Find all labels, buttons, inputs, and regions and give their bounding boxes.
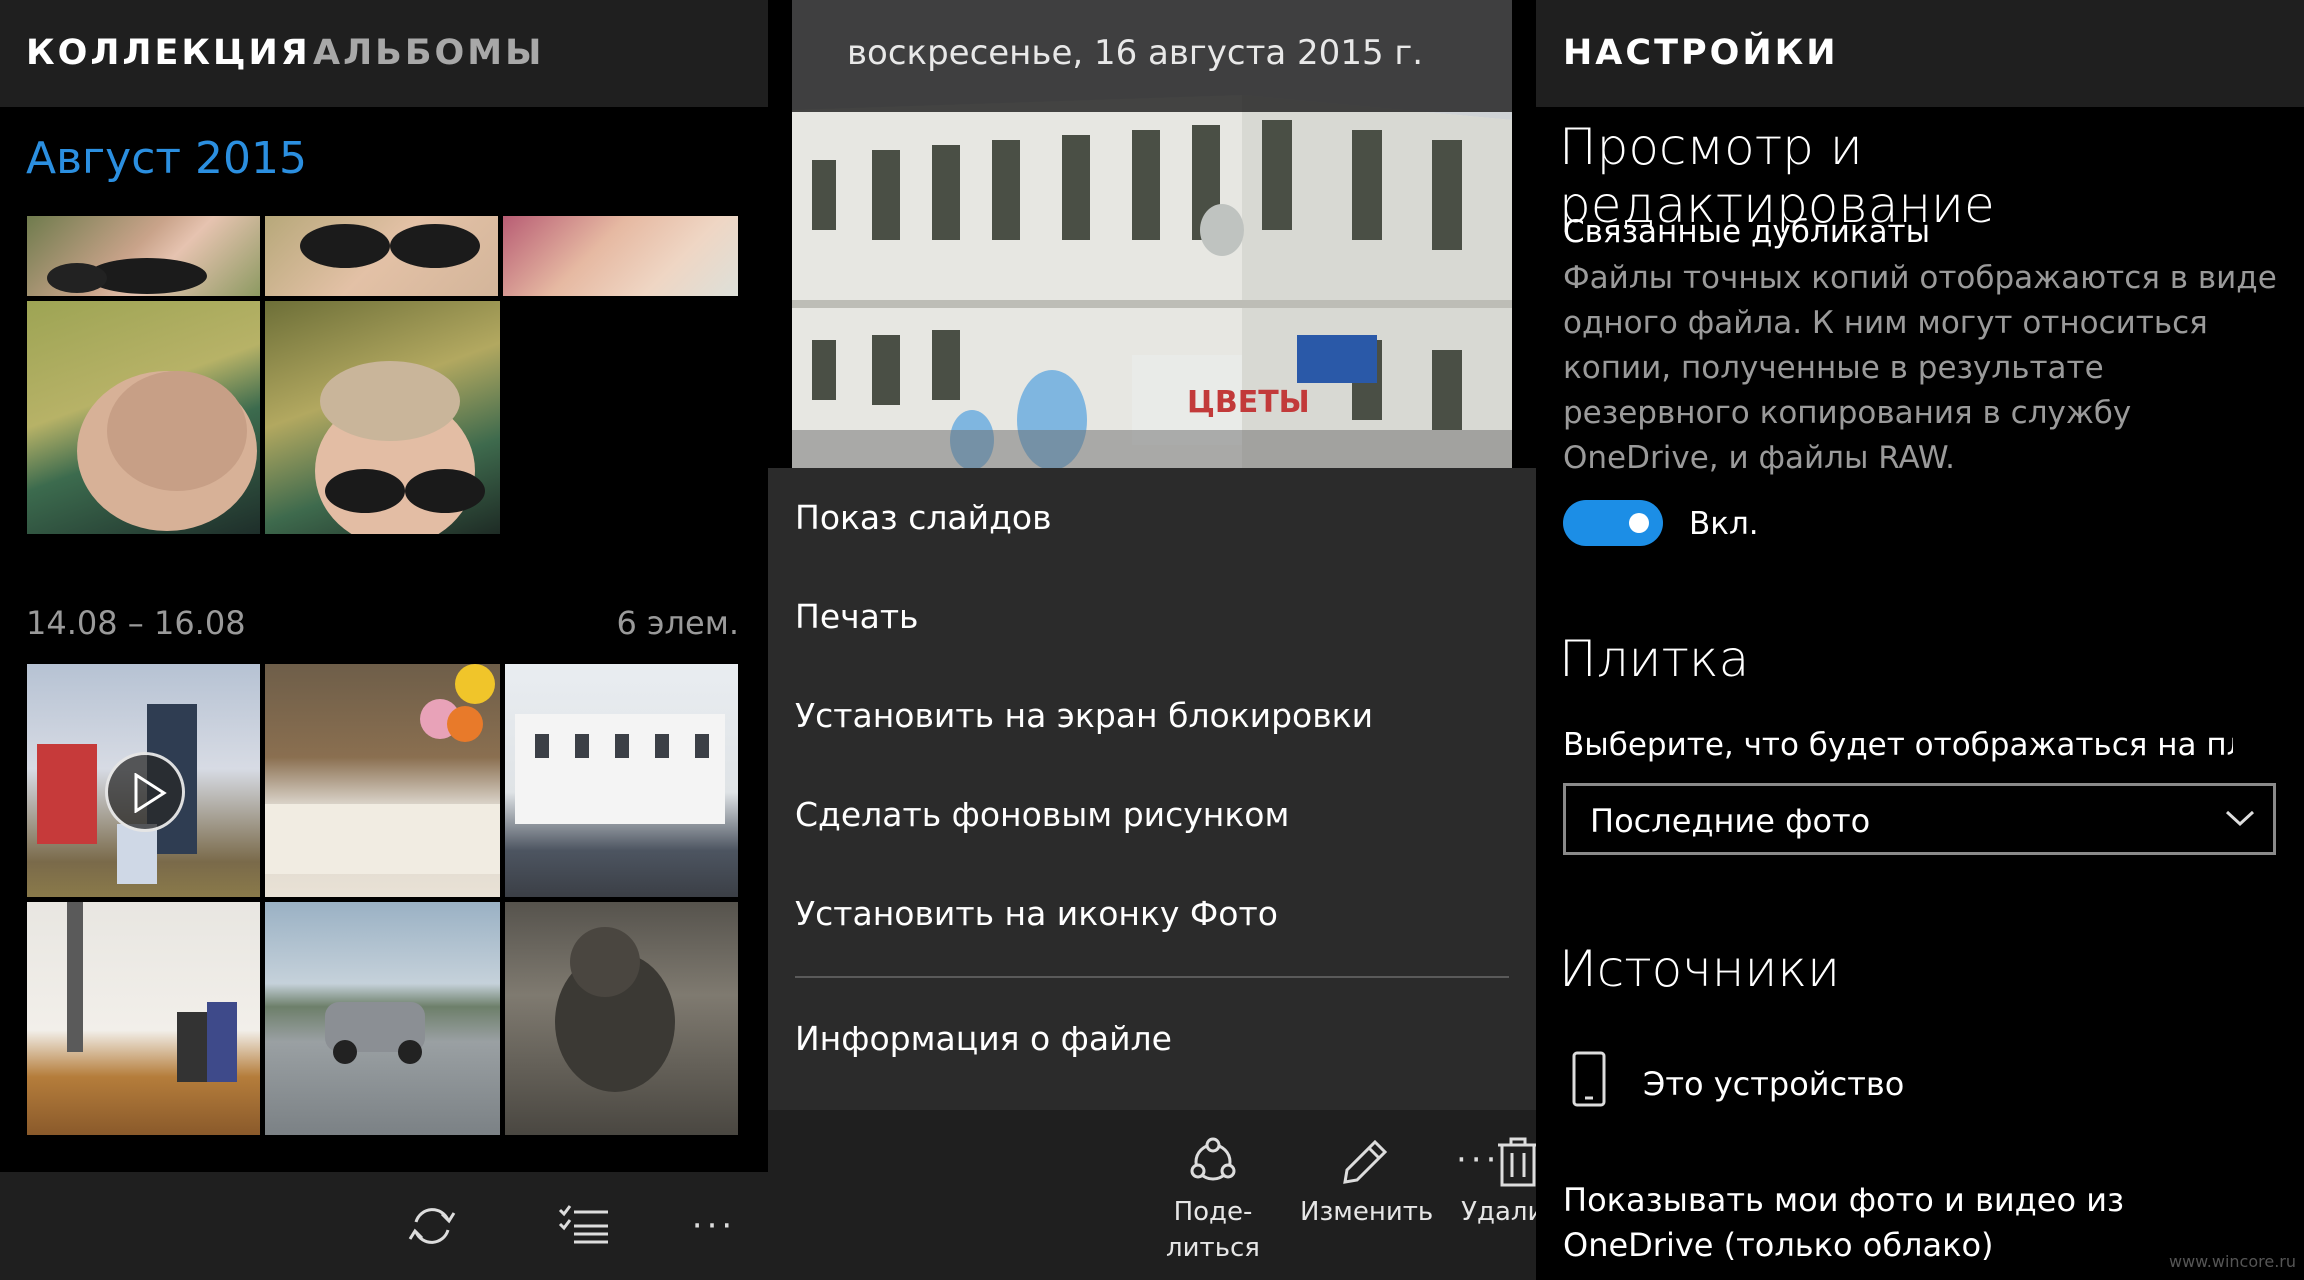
tile-dropdown-value: Последние фото <box>1590 802 1871 840</box>
phone-icon <box>1572 1051 1606 1111</box>
section-heading-tile: Плитка <box>1559 630 1750 688</box>
menu-item-set-lock-screen[interactable]: Установить на экран блокировки <box>795 696 1373 735</box>
group-item-count: 6 элем. <box>616 604 739 642</box>
tile-dropdown[interactable]: Последние фото <box>1563 783 2276 855</box>
photo-thumbnail[interactable] <box>265 301 500 534</box>
menu-item-file-info[interactable]: Информация о файле <box>795 1019 1172 1058</box>
viewer-panel: ЦВЕТЫ воскресенье, 16 августа 2015 г. По… <box>768 0 1575 1280</box>
photo-thumbnail[interactable] <box>265 902 500 1135</box>
duplicates-label: Связанные дубликаты <box>1563 214 1931 250</box>
share-icon <box>1148 1134 1278 1190</box>
sync-icon[interactable] <box>404 1198 460 1254</box>
settings-panel: НАСТРОЙКИ Просмотр и редактирование Связ… <box>1536 0 2304 1280</box>
tab-albums[interactable]: АЛЬБОМЫ <box>313 33 544 73</box>
pencil-icon <box>1300 1134 1430 1190</box>
menu-item-set-wallpaper[interactable]: Сделать фоновым рисунком <box>795 795 1289 834</box>
page-title: НАСТРОЙКИ <box>1563 33 1839 73</box>
group-date-range: 14.08 – 16.08 <box>26 604 246 642</box>
photo-thumbnail[interactable] <box>265 216 498 296</box>
menu-item-slideshow[interactable]: Показ слайдов <box>795 498 1052 537</box>
tab-collection[interactable]: КОЛЛЕКЦИЯ <box>26 33 311 73</box>
shop-sign: ЦВЕТЫ <box>1187 385 1310 420</box>
menu-item-set-photos-tile[interactable]: Установить на иконку Фото <box>795 894 1278 933</box>
menu-item-print[interactable]: Печать <box>795 597 919 636</box>
section-heading-sources: Источники <box>1559 940 1841 998</box>
watermark: www.wincore.ru <box>2168 1252 2296 1271</box>
more-icon[interactable]: ··· <box>686 1198 742 1254</box>
settings-header: НАСТРОЙКИ <box>1536 0 2304 107</box>
edit-label: Изменить <box>1300 1197 1434 1227</box>
duplicates-description: Файлы точных копий отображаются в виде о… <box>1563 260 2277 476</box>
play-icon[interactable] <box>105 752 185 832</box>
share-button[interactable]: Поде- литься <box>1148 1134 1278 1266</box>
menu-divider <box>795 976 1509 978</box>
toggle-knob <box>1629 513 1649 533</box>
share-label-1: Поде- <box>1173 1197 1253 1227</box>
photo-thumbnail[interactable] <box>265 664 500 897</box>
photo-thumbnail[interactable] <box>27 301 260 534</box>
photo-thumbnail[interactable] <box>505 664 738 897</box>
share-label-2: литься <box>1166 1233 1260 1263</box>
collection-command-bar <box>0 1172 768 1280</box>
photo-thumbnail[interactable] <box>503 216 738 296</box>
photo-date: воскресенье, 16 августа 2015 г. <box>847 33 1424 73</box>
collection-header: КОЛЛЕКЦИЯ АЛЬБОМЫ <box>0 0 768 107</box>
tile-label: Выберите, что будет отображаться на плит… <box>1563 727 2233 763</box>
source-this-device[interactable]: Это устройство <box>1643 1065 1904 1103</box>
photo-thumbnail[interactable] <box>505 902 738 1135</box>
context-menu <box>768 468 1536 1110</box>
edit-button[interactable]: Изменить <box>1300 1134 1434 1230</box>
toggle-state-label: Вкл. <box>1689 506 1759 542</box>
collection-panel: КОЛЛЕКЦИЯ АЛЬБОМЫ Август 2015 14.08 – 16… <box>0 0 768 1280</box>
date-bar: воскресенье, 16 августа 2015 г. <box>792 0 1512 112</box>
duplicates-toggle[interactable] <box>1563 500 1663 546</box>
select-list-icon[interactable] <box>556 1198 612 1254</box>
chevron-down-icon <box>2225 810 2255 827</box>
photo-thumbnail[interactable] <box>27 216 260 296</box>
photo-thumbnail[interactable] <box>27 902 260 1135</box>
more-icon[interactable]: ··· <box>1456 1140 1500 1180</box>
video-thumbnail[interactable] <box>27 664 260 897</box>
month-heading[interactable]: Август 2015 <box>26 133 307 184</box>
